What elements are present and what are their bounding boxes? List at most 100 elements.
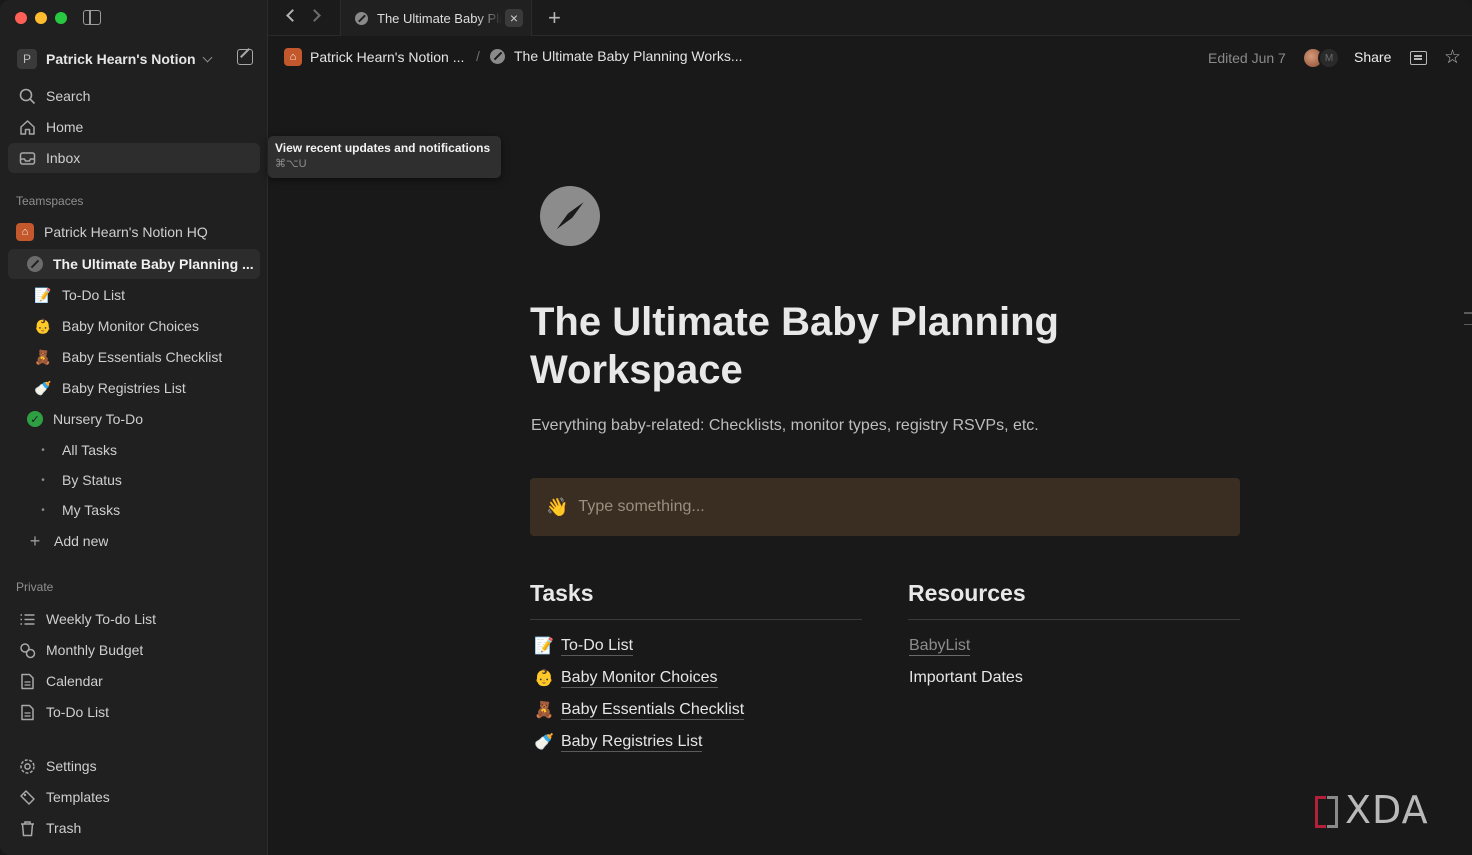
sidebar-item-calendar[interactable]: Calendar: [8, 666, 260, 696]
home-icon: [18, 118, 36, 136]
search-icon: [18, 87, 36, 105]
minimize-window-button[interactable]: [35, 12, 47, 24]
sidebar-item-label: My Tasks: [62, 502, 121, 518]
plus-icon: +: [29, 530, 41, 551]
document-icon: [18, 703, 36, 721]
sidebar-item-by-status[interactable]: • By Status: [8, 465, 260, 495]
sidebar-item-label: Monthly Budget: [46, 642, 144, 658]
sidebar-item-all-tasks[interactable]: • All Tasks: [8, 435, 260, 465]
sidebar-item-label: Home: [46, 119, 84, 135]
tooltip-text: View recent updates and notifications: [275, 141, 491, 155]
page-title[interactable]: The Ultimate Baby Planning Workspace: [530, 298, 1150, 394]
important-dates-text[interactable]: Important Dates: [909, 669, 1023, 687]
sidebar-item-label: Templates: [46, 789, 110, 805]
sidebar-item-label: Inbox: [46, 150, 81, 166]
maximize-window-button[interactable]: [55, 12, 67, 24]
baby-bottle-icon: 🍼: [34, 379, 52, 396]
resources-list: BabyList Important Dates: [908, 630, 1240, 694]
teddy-bear-icon: 🧸: [534, 702, 554, 719]
outline-indicator[interactable]: [1464, 312, 1472, 335]
task-link-label: Baby Essentials Checklist: [561, 701, 745, 720]
task-link-baby-essentials[interactable]: 🧸 Baby Essentials Checklist: [530, 694, 862, 726]
compass-icon: [27, 256, 43, 272]
tab-baby-planning[interactable]: The Ultimate Baby Planning Workspace ×: [340, 0, 532, 36]
forward-arrow-icon[interactable]: [308, 9, 321, 22]
breadcrumb-page[interactable]: The Ultimate Baby Planning Works...: [490, 48, 743, 64]
back-arrow-icon[interactable]: [286, 9, 299, 22]
task-link-label: Baby Registries List: [561, 733, 703, 752]
sidebar-item-label: All Tasks: [62, 442, 117, 458]
edited-timestamp[interactable]: Edited Jun 7: [1208, 50, 1286, 66]
sidebar-item-label: Trash: [46, 820, 82, 836]
house-icon: ⌂: [284, 48, 302, 66]
sidebar-item-templates[interactable]: Templates: [8, 782, 260, 812]
collaborator-avatars[interactable]: M: [1302, 47, 1342, 69]
sidebar-item-baby-planning[interactable]: The Ultimate Baby Planning ...: [8, 249, 260, 279]
sidebar-item-nursery-todo[interactable]: ✓ Nursery To-Do: [8, 404, 260, 434]
window-controls: [15, 12, 67, 24]
sidebar-item-baby-essentials[interactable]: 🧸 Baby Essentials Checklist: [8, 342, 260, 372]
task-link-label: To-Do List: [561, 637, 634, 656]
watermark-text: XDA: [1345, 788, 1429, 832]
sidebar-item-trash[interactable]: Trash: [8, 813, 260, 843]
breadcrumb-label: The Ultimate Baby Planning Works...: [514, 48, 743, 64]
sidebar-toggle-icon[interactable]: [83, 10, 101, 25]
workspace-avatar: P: [17, 49, 37, 69]
sidebar-item-label: Search: [46, 88, 91, 104]
workspace-switcher[interactable]: P Patrick Hearn's Notion: [8, 44, 260, 74]
sidebar-item-home[interactable]: Home: [8, 112, 260, 142]
task-link-baby-monitor[interactable]: 👶 Baby Monitor Choices: [530, 662, 862, 694]
sidebar-item-weekly-todo[interactable]: Weekly To-do List: [8, 604, 260, 634]
private-section-label: Private: [16, 580, 54, 594]
new-tab-button[interactable]: +: [548, 7, 561, 29]
add-new-button[interactable]: + Add new: [8, 526, 260, 556]
document-icon: [18, 672, 36, 690]
resource-row: Important Dates: [909, 662, 1240, 694]
compass-icon: [490, 48, 505, 64]
close-tab-button[interactable]: ×: [505, 9, 523, 27]
task-link-todo[interactable]: 📝 To-Do List: [530, 630, 862, 662]
resources-column: Resources BabyList Important Dates: [908, 580, 1240, 694]
sidebar-item-label: By Status: [62, 472, 122, 488]
templates-icon: [18, 788, 36, 806]
share-button[interactable]: Share: [1354, 49, 1391, 65]
compass-icon[interactable]: [540, 186, 600, 246]
new-page-icon[interactable]: [237, 49, 253, 65]
sidebar-item-private-todo[interactable]: To-Do List: [8, 697, 260, 727]
page-description[interactable]: Everything baby-related: Checklists, mon…: [531, 417, 1039, 435]
sidebar-item-settings[interactable]: Settings: [8, 751, 260, 781]
sidebar-item-label: Baby Essentials Checklist: [62, 349, 223, 365]
tab-title: The Ultimate Baby Planning Workspace: [377, 10, 502, 26]
sidebar-item-teamspace[interactable]: ⌂ Patrick Hearn's Notion HQ: [8, 217, 260, 247]
breadcrumb-label: Patrick Hearn's Notion ...: [310, 49, 465, 65]
bullet-icon: •: [41, 504, 45, 516]
sidebar-item-my-tasks[interactable]: • My Tasks: [8, 495, 260, 525]
close-window-button[interactable]: [15, 12, 27, 24]
sidebar-item-baby-monitor[interactable]: 👶 Baby Monitor Choices: [8, 311, 260, 341]
tab-bar: The Ultimate Baby Planning Workspace × +: [268, 0, 1472, 36]
babylist-link[interactable]: BabyList: [909, 636, 971, 656]
sidebar-item-search[interactable]: Search: [8, 81, 260, 111]
memo-icon: 📝: [34, 286, 52, 303]
teamspaces-section-label: Teamspaces: [16, 194, 84, 208]
sidebar-item-monthly-budget[interactable]: Monthly Budget: [8, 635, 260, 665]
sidebar-item-inbox[interactable]: Inbox: [8, 143, 260, 173]
sidebar-item-todo-list[interactable]: 📝 To-Do List: [8, 280, 260, 310]
task-link-baby-registries[interactable]: 🍼 Baby Registries List: [530, 726, 862, 758]
memo-icon: 📝: [534, 638, 554, 655]
callout-block[interactable]: 👋: [530, 478, 1240, 536]
breadcrumb-workspace[interactable]: ⌂ Patrick Hearn's Notion ...: [284, 48, 464, 66]
sidebar-item-baby-registries[interactable]: 🍼 Baby Registries List: [8, 373, 260, 403]
star-icon[interactable]: ☆: [1444, 46, 1461, 69]
sidebar-item-label: To-Do List: [62, 287, 126, 303]
avatar: M: [1318, 47, 1340, 69]
baby-bottle-icon: 🍼: [534, 734, 554, 751]
sidebar: P Patrick Hearn's Notion Search Home Inb…: [0, 0, 268, 855]
callout-input[interactable]: [578, 498, 1199, 516]
comment-icon[interactable]: [1410, 51, 1427, 65]
sidebar-item-label: Weekly To-do List: [46, 611, 156, 627]
gear-icon: [18, 757, 36, 775]
sidebar-item-label: Baby Registries List: [62, 380, 186, 396]
xda-watermark: XDA: [1313, 788, 1429, 832]
sidebar-item-label: To-Do List: [46, 704, 110, 720]
